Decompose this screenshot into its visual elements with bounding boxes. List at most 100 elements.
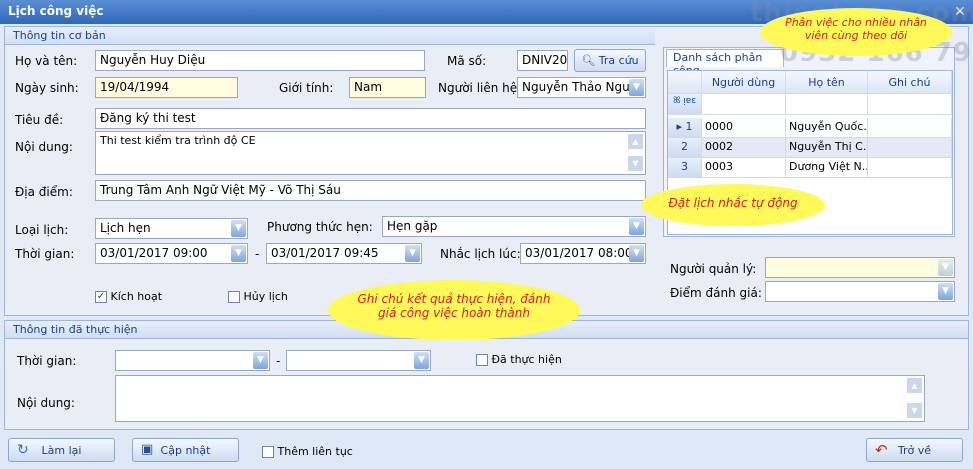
content-textarea[interactable]: Thi test kiểm tra trình độ CE ▲ ▼ (95, 131, 646, 175)
chevron-down-icon[interactable]: ▼ (629, 245, 644, 262)
search-button-label: Tra cứu (598, 54, 639, 67)
back-arrow-icon: ↶ (875, 441, 888, 459)
column-header-note[interactable]: Ghi chú (868, 71, 952, 94)
fullname-input[interactable]: Nguyễn Huy Diệu (95, 50, 425, 71)
scroll-up-icon[interactable]: ▲ (628, 134, 643, 149)
row-number[interactable]: ▸ 1 (668, 118, 702, 138)
filter-icon[interactable]: ꕤ ᴉɐɛ (668, 94, 702, 115)
reset-button-label: Làm lại (41, 444, 82, 457)
subject-input[interactable]: Đăng ký thi test (95, 108, 646, 129)
done-time-to-select[interactable]: ▼ (286, 350, 431, 371)
cancel-label: Hủy lịch (243, 290, 288, 303)
filter-note[interactable] (868, 94, 952, 115)
done-time-separator: - (276, 354, 281, 368)
checkbox-empty-icon (476, 354, 488, 366)
table-cell-user[interactable]: 0002 (702, 138, 786, 158)
cancel-checkbox[interactable]: Hủy lịch (228, 290, 288, 303)
subject-label: Tiêu đề: (15, 113, 64, 127)
row-number[interactable]: 3 (668, 158, 702, 178)
done-time-from-select[interactable]: ▼ (115, 350, 270, 371)
chevron-down-icon[interactable]: ▼ (253, 352, 268, 369)
table-cell-name[interactable]: Nguyễn Thị C... (786, 138, 868, 158)
chevron-down-icon[interactable]: ▼ (938, 283, 953, 300)
checkbox-empty-icon (228, 291, 240, 303)
table-cell-user[interactable]: 0003 (702, 158, 786, 178)
callout-remind: Đặt lịch nhắc tự động (643, 186, 823, 224)
contact-select[interactable]: Nguyễn Thảo Nguy ▼ (517, 77, 646, 98)
checkbox-empty-icon (262, 446, 274, 458)
continuous-checkbox[interactable]: Thêm liên tục (262, 445, 353, 458)
type-label: Loại lịch: (15, 223, 69, 237)
chevron-down-icon[interactable]: ▼ (414, 352, 429, 369)
dob-label: Ngày sinh: (15, 81, 79, 95)
method-label: Phương thức hẹn: (267, 220, 373, 234)
row-number[interactable]: 2 (668, 138, 702, 158)
manager-label: Người quản lý: (670, 262, 757, 276)
time-to-select[interactable]: 03/01/2017 09:45 ▼ (266, 243, 422, 264)
location-label: Địa điểm: (15, 185, 73, 199)
remind-select[interactable]: 03/01/2017 08:00 ▼ (520, 243, 646, 264)
update-button-label: Cập nhật (160, 444, 211, 457)
search-icon: 🔍︎ (581, 54, 596, 67)
chevron-down-icon[interactable]: ▼ (629, 218, 644, 235)
table-cell-name[interactable]: Dương Việt N... (786, 158, 868, 178)
reset-button[interactable]: ↻ Làm lại (8, 438, 115, 462)
table-corner (668, 71, 702, 94)
done-content-label: Nội dung: (17, 396, 75, 410)
basic-info-header: Thông tin cơ bản (5, 27, 655, 45)
save-icon: ▣ (141, 442, 154, 457)
filter-user[interactable] (702, 94, 786, 115)
assign-tab[interactable]: Danh sách phân công (666, 49, 784, 77)
remind-label: Nhắc lịch lúc: (440, 247, 521, 261)
table-cell-note[interactable] (868, 138, 952, 158)
method-select[interactable]: Hẹn gặp ▼ (382, 216, 646, 237)
active-label: Kích hoạt (110, 290, 163, 303)
scroll-down-icon[interactable]: ▼ (907, 403, 922, 418)
location-input[interactable]: Trung Tâm Anh Ngữ Việt Mỹ - Võ Thị Sáu (95, 180, 646, 201)
code-input[interactable]: DNIV20: (517, 50, 568, 71)
table-cell-user[interactable]: 0000 (702, 118, 786, 138)
gender-input[interactable]: Nam (349, 77, 426, 98)
time-from-value: 03/01/2017 09:00 (100, 246, 208, 260)
remind-value: 03/01/2017 08:00 (525, 246, 633, 260)
done-content-textarea[interactable]: ▲ ▼ (115, 375, 925, 422)
chevron-down-icon[interactable]: ▼ (629, 79, 644, 96)
chevron-down-icon[interactable]: ▼ (938, 259, 953, 276)
column-header-user[interactable]: Người dùng (702, 71, 786, 94)
column-header-name[interactable]: Họ tên (786, 71, 868, 94)
chevron-down-icon[interactable]: ▼ (231, 245, 246, 262)
scroll-up-icon[interactable]: ▲ (907, 378, 922, 393)
scroll-down-icon[interactable]: ▼ (628, 156, 643, 171)
back-button-label: Trở về (897, 444, 932, 457)
type-select[interactable]: Lịch hẹn ▼ (95, 218, 248, 239)
done-label: Đã thực hiện (491, 353, 562, 366)
chevron-down-icon[interactable]: ▼ (231, 220, 246, 237)
time-from-select[interactable]: 03/01/2017 09:00 ▼ (95, 243, 248, 264)
dob-input[interactable]: 19/04/1994 (95, 77, 238, 98)
score-label: Điểm đánh giá: (670, 286, 762, 300)
table-cell-name[interactable]: Nguyễn Quốc... (786, 118, 868, 138)
current-row-icon: ▸ (676, 120, 686, 133)
contact-value: Nguyễn Thảo Nguy (522, 80, 637, 94)
done-checkbox[interactable]: Đã thực hiện (476, 353, 562, 366)
done-time-label: Thời gian: (17, 354, 77, 368)
method-value: Hẹn gặp (387, 219, 438, 233)
filter-name[interactable] (786, 94, 868, 115)
table-cell-note[interactable] (868, 158, 952, 178)
callout-note: Ghi chú kết quả thực hiện, đánh giá công… (330, 282, 578, 338)
update-button[interactable]: ▣ Cập nhật (132, 438, 239, 462)
search-button[interactable]: 🔍︎ Tra cứu (574, 49, 646, 72)
score-select[interactable]: ▼ (765, 281, 955, 302)
chevron-down-icon[interactable]: ▼ (405, 245, 420, 262)
fullname-label: Họ và tên: (15, 54, 78, 68)
active-checkbox[interactable]: ✓ Kích hoạt (95, 290, 162, 303)
time-to-value: 03/01/2017 09:45 (271, 246, 379, 260)
content-label: Nội dung: (15, 140, 73, 154)
manager-select[interactable]: ▼ (765, 257, 955, 278)
table-cell-note[interactable] (868, 118, 952, 138)
time-label: Thời gian: (15, 247, 75, 261)
code-label: Mã số: (447, 54, 487, 68)
type-value: Lịch hẹn (100, 221, 151, 235)
back-button[interactable]: ↶ Trở về (866, 438, 963, 462)
time-separator: - (255, 247, 260, 261)
